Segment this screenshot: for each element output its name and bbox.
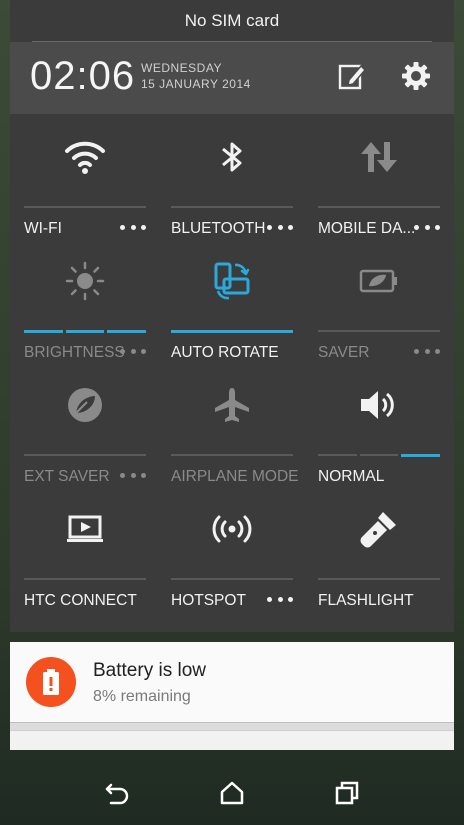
tile-airplane-mode[interactable]: AIRPLANE MODE bbox=[171, 362, 298, 485]
tile-indicator bbox=[24, 578, 146, 580]
extreme-saver-icon bbox=[24, 380, 146, 430]
tile-wifi[interactable]: WI-FI bbox=[24, 114, 146, 237]
back-icon bbox=[106, 783, 129, 804]
tile-label: AIRPLANE MODE bbox=[171, 468, 299, 485]
tile-label: AUTO ROTATE bbox=[171, 344, 279, 361]
status-bar: No SIM card bbox=[10, 0, 454, 42]
tile-indicator bbox=[171, 206, 293, 208]
tile-mobile-data[interactable]: MOBILE DA... bbox=[318, 114, 440, 237]
tile-indicator bbox=[318, 206, 440, 208]
tile-indicator bbox=[318, 330, 440, 332]
recents-button[interactable] bbox=[327, 773, 367, 813]
tile-indicator bbox=[24, 454, 146, 456]
battery-notification[interactable]: Battery is low 8% remaining bbox=[10, 642, 454, 722]
notification-subtitle: 8% remaining bbox=[93, 688, 191, 705]
more-options-button[interactable] bbox=[120, 466, 146, 484]
edit-button[interactable] bbox=[334, 58, 370, 94]
navigation-bar bbox=[0, 760, 464, 825]
more-options-button[interactable] bbox=[120, 218, 146, 236]
carrier-label: No SIM card bbox=[184, 11, 280, 30]
settings-button[interactable] bbox=[398, 58, 434, 94]
home-icon bbox=[220, 781, 244, 804]
more-options-button[interactable] bbox=[414, 218, 440, 236]
volume-icon bbox=[318, 380, 440, 430]
more-options-button[interactable] bbox=[267, 590, 293, 608]
mobile-data-icon bbox=[318, 132, 440, 182]
edit-icon bbox=[338, 64, 367, 90]
day-label: WEDNESDAY bbox=[141, 61, 222, 75]
tile-extreme-saver[interactable]: EXT SAVER bbox=[24, 362, 146, 485]
auto-rotate-icon bbox=[171, 256, 293, 306]
tile-label: WI-FI bbox=[24, 220, 62, 237]
tile-sound-profile[interactable]: NORMAL bbox=[318, 362, 441, 485]
tile-label: HTC CONNECT bbox=[24, 592, 137, 609]
tile-saver[interactable]: SAVER bbox=[318, 238, 440, 361]
tile-htc-connect[interactable]: HTC CONNECT bbox=[24, 486, 146, 609]
recents-icon bbox=[335, 781, 358, 804]
tile-brightness[interactable]: BRIGHTNESS bbox=[24, 238, 147, 361]
tile-hotspot[interactable]: HOTSPOT bbox=[171, 486, 293, 609]
panel-header: 02:06 WEDNESDAY 15 JANUARY 2014 bbox=[10, 42, 454, 114]
tile-label: MOBILE DA... bbox=[318, 220, 416, 237]
bluetooth-icon bbox=[171, 132, 293, 182]
tile-flashlight[interactable]: FLASHLIGHT bbox=[318, 486, 440, 609]
more-options-button[interactable] bbox=[120, 342, 146, 360]
notification-title: Battery is low bbox=[93, 660, 206, 681]
tile-auto-rotate[interactable]: AUTO ROTATE bbox=[171, 238, 293, 361]
tile-indicator bbox=[171, 330, 293, 333]
clock: 02:06 bbox=[30, 54, 136, 98]
date-label: 15 JANUARY 2014 bbox=[141, 77, 251, 91]
gear-icon bbox=[402, 62, 430, 90]
tile-indicator bbox=[171, 454, 293, 456]
wifi-icon bbox=[24, 132, 146, 182]
more-options-button[interactable] bbox=[267, 218, 293, 236]
hotspot-icon bbox=[171, 504, 293, 554]
airplane-icon bbox=[171, 380, 293, 430]
battery-saver-icon bbox=[318, 256, 440, 306]
tile-indicator bbox=[171, 578, 293, 580]
tile-bluetooth[interactable]: BLUETOOTH bbox=[171, 114, 293, 237]
tile-label: SAVER bbox=[318, 344, 370, 361]
tile-label: EXT SAVER bbox=[24, 468, 110, 485]
sound-profile-indicator bbox=[318, 454, 441, 457]
tile-label: BLUETOOTH bbox=[171, 220, 266, 237]
back-button[interactable] bbox=[97, 773, 137, 813]
brightness-level-indicator bbox=[24, 330, 147, 333]
tile-indicator bbox=[24, 206, 146, 208]
more-options-button[interactable] bbox=[414, 342, 440, 360]
notification-stack bbox=[10, 730, 454, 750]
tile-label: BRIGHTNESS bbox=[24, 344, 125, 361]
notification-stack bbox=[10, 722, 454, 730]
tile-label: FLASHLIGHT bbox=[318, 592, 414, 609]
home-button[interactable] bbox=[212, 773, 252, 813]
tile-label: HOTSPOT bbox=[171, 592, 246, 609]
brightness-icon bbox=[24, 256, 146, 306]
battery-alert-icon bbox=[26, 657, 76, 707]
tile-label: NORMAL bbox=[318, 468, 385, 485]
htc-connect-icon bbox=[24, 504, 146, 554]
tile-indicator bbox=[318, 578, 440, 580]
flashlight-icon bbox=[318, 504, 440, 554]
